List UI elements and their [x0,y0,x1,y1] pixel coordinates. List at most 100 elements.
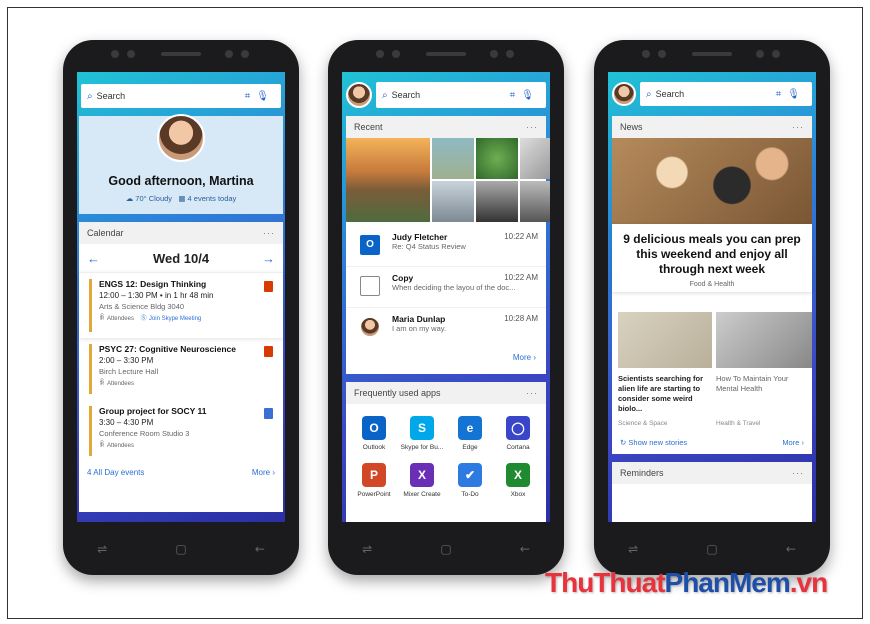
recent-card: Recent ··· O Judy Fletcher Re: Q4 Status … [346,116,550,374]
search-bar[interactable]: ⌕ Search ⌗🎙 [376,82,546,108]
back-button[interactable]: ← [520,542,530,556]
app-shortcut[interactable]: O Outlook [350,416,398,451]
event-title: PSYC 27: Cognitive Neuroscience [99,344,236,354]
app-label: Cortana [506,444,530,451]
scan-mic-icon[interactable]: ⌗🎙 [776,89,806,100]
avatar[interactable] [612,82,636,106]
calendar-event[interactable]: Group project for SOCY 11 3:30 – 4:30 PM… [79,400,283,462]
android-nav-bar: ⇌ ▢ ← [63,523,299,575]
search-placeholder: Search [391,90,421,100]
camera-icon [772,50,780,58]
show-new-stories-link[interactable]: Show new stories [628,438,687,447]
news-headline-image[interactable] [612,138,812,224]
email-sender: Judy Fletcher [392,232,448,242]
app-shortcut[interactable]: S Skype for Bu... [398,416,446,451]
search-bar[interactable]: ⌕ Search ⌗🎙 [640,82,812,106]
join-skype-link[interactable]: Join Skype Meeting [149,316,201,322]
launcher-screen: ⌕ Search ⌗🎙 Good afternoon, Martina ☁ 70… [77,72,285,522]
email-subject: I am on my way. [392,324,447,333]
email-item[interactable]: Copy When deciding the layou of the doc.… [346,267,546,308]
more-link[interactable]: More [782,438,799,447]
event-location: Arts & Science Bldg 3040 [99,302,185,311]
more-options-icon[interactable]: ··· [526,388,538,398]
office-icon [264,281,273,292]
all-day-events-link[interactable]: 4 All Day events [87,468,144,477]
phone-news: ⌕ Search ⌗🎙 News ··· 9 delicious meals yo… [594,40,830,575]
event-title: Group project for SOCY 11 [99,406,207,416]
watermark-part: .vn [789,567,828,598]
more-options-icon[interactable]: ··· [792,468,804,478]
headline-story[interactable]: 9 delicious meals you can prep this week… [612,224,812,292]
story-category: Health & Travel [716,420,761,427]
app-shortcut[interactable]: X Xbox [494,463,542,498]
recents-button[interactable]: ⇌ [97,542,107,556]
home-button[interactable]: ▢ [440,542,451,556]
news-card: News ··· 9 delicious meals you can prep t… [612,116,812,432]
photo-thumbnail[interactable] [476,181,518,222]
watermark-part: PhanMem [664,567,791,598]
app-shortcut[interactable]: e Edge [446,416,494,451]
camera-icon [642,50,650,58]
event-time: 12:00 – 1:30 PM • in 1 hr 48 min [99,291,214,300]
recents-button[interactable]: ⇌ [628,542,638,556]
email-time: 10:22 AM [504,273,538,282]
photo-thumbnail[interactable] [476,138,518,179]
attendees-link[interactable]: Attendees [107,316,134,322]
person-icon: ꆜ [99,313,107,322]
photo-thumbnail[interactable] [520,138,550,179]
reminders-card: Reminders ··· [612,462,812,522]
app-shortcut[interactable]: P PowerPoint [350,463,398,498]
search-bar[interactable]: ⌕ Search ⌗🎙 [81,84,281,108]
email-sender: Copy [392,273,414,283]
news-title: News [620,122,643,132]
attendees-link[interactable]: Attendees [107,381,134,387]
story-thumbnail[interactable] [618,312,712,368]
speaker-grille [161,52,201,56]
email-item[interactable]: O Judy Fletcher Re: Q4 Status Review 10:… [346,226,546,267]
scan-mic-icon[interactable]: ⌗🎙 [510,90,540,101]
photo-thumbnail[interactable] [346,138,430,222]
more-options-icon[interactable]: ··· [263,228,275,238]
event-time: 2:00 – 3:30 PM [99,356,154,365]
more-options-icon[interactable]: ··· [792,122,804,132]
story-title[interactable]: How To Maintain Your Mental Health [716,374,810,394]
photo-thumbnail[interactable] [520,181,550,222]
calendar-icon: ▦ [178,194,186,203]
calendar-app-icon [264,408,273,419]
recents-button[interactable]: ⇌ [362,542,372,556]
home-button[interactable]: ▢ [706,542,717,556]
search-icon: ⌕ [382,89,388,101]
photo-thumbnail[interactable] [432,138,474,179]
chevron-right-icon: › [272,468,275,477]
home-button[interactable]: ▢ [175,542,186,556]
recent-title: Recent [354,122,383,132]
app-shortcut[interactable]: X Mixer Create [398,463,446,498]
back-button[interactable]: ← [255,542,265,556]
sensor-icon [392,50,400,58]
calendar-event[interactable]: PSYC 27: Cognitive Neuroscience 2:00 – 3… [79,338,283,400]
more-link[interactable]: More [513,353,531,362]
attendees-link[interactable]: Attendees [107,443,134,449]
more-link[interactable]: More [252,468,270,477]
app-shortcut[interactable]: ✔ To-Do [446,463,494,498]
app-shortcut[interactable]: ◯ Cortana [494,416,542,451]
back-button[interactable]: ← [786,542,796,556]
avatar[interactable] [346,82,372,108]
calendar-event[interactable]: ENGS 12: Design Thinking 12:00 – 1:30 PM… [79,272,283,338]
avatar[interactable] [157,114,205,162]
event-title: ENGS 12: Design Thinking [99,279,207,289]
email-subject: Re: Q4 Status Review [392,242,466,251]
app-icon: P [362,463,386,487]
reminders-title: Reminders [620,468,664,478]
camera-icon [506,50,514,58]
events-today-text[interactable]: 4 events today [188,194,237,203]
story-title[interactable]: Scientists searching for alien life are … [618,374,710,414]
weather-text[interactable]: 70° Cloudy [135,194,172,203]
more-options-icon[interactable]: ··· [526,122,538,132]
story-thumbnail[interactable] [716,312,812,368]
photo-thumbnail[interactable] [432,181,474,222]
email-item[interactable]: Maria Dunlap I am on my way. 10:28 AM [346,308,546,349]
arrow-right-icon[interactable]: → [262,251,275,266]
arrow-left-icon[interactable]: ← [87,251,100,266]
scan-mic-icon[interactable]: ⌗🎙 [245,91,275,102]
